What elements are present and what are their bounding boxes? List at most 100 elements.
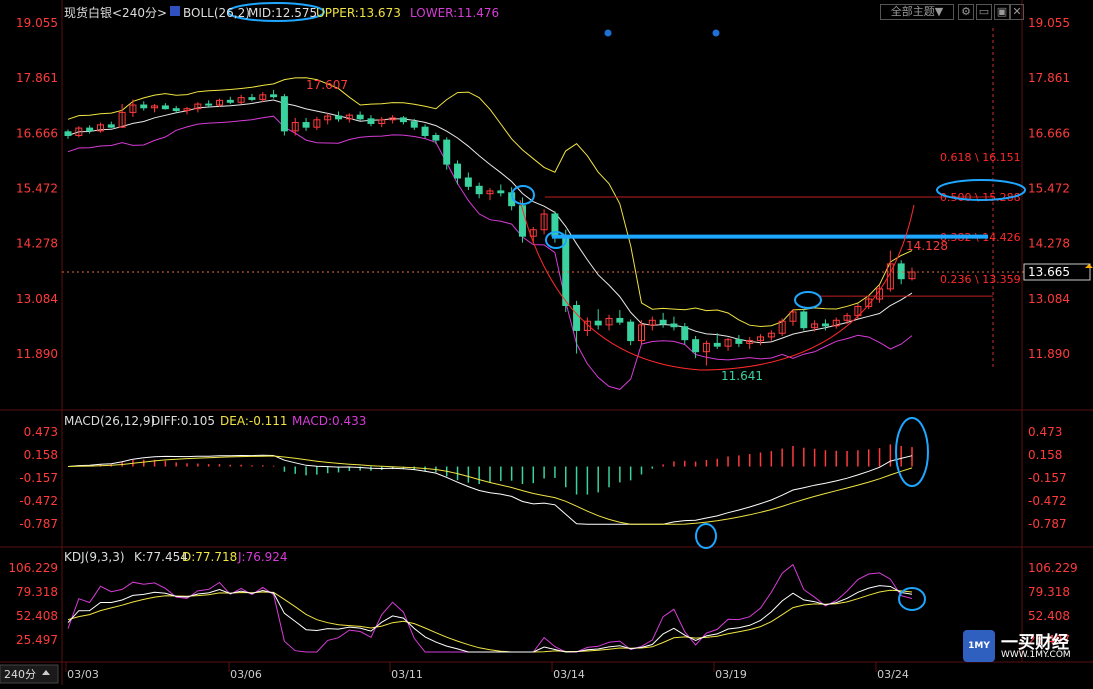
trading-chart-screen: 0.618 \ 16.1510.500 \ 15.2880.382 \ 14.4… bbox=[0, 0, 1093, 685]
price-axis-label-right: 16.666 bbox=[1028, 126, 1070, 140]
kdj-axis-label-left: 52.408 bbox=[16, 609, 58, 623]
kdj-title: KDJ(9,3,3) bbox=[64, 550, 125, 564]
price-axis-label-right: 15.472 bbox=[1028, 182, 1070, 196]
header-lower: LOWER:11.476 bbox=[410, 6, 499, 20]
candle-body bbox=[573, 304, 581, 331]
macd-axis-label-left: -0.787 bbox=[19, 517, 58, 531]
candle-body bbox=[800, 311, 808, 329]
candle-body bbox=[172, 108, 180, 112]
candle-body bbox=[107, 124, 115, 128]
price-axis-label-right: 17.861 bbox=[1028, 71, 1070, 85]
candle-body bbox=[421, 126, 429, 136]
kdj-j: J:76.924 bbox=[237, 550, 288, 564]
signal-dot bbox=[604, 29, 612, 37]
candle-body bbox=[497, 190, 505, 194]
candle-body bbox=[399, 117, 407, 123]
macd-diff: DIFF:0.105 bbox=[151, 414, 215, 428]
candle-body bbox=[713, 342, 721, 347]
time-axis-label: 03/24 bbox=[877, 668, 909, 681]
macd-axis-label-right: -0.157 bbox=[1028, 471, 1067, 485]
price-axis-label-left: 15.472 bbox=[16, 182, 58, 196]
theme-label: 全部主题 bbox=[890, 5, 935, 18]
price-axis-label-left: 11.890 bbox=[16, 347, 58, 361]
macd-axis-label-right: -0.787 bbox=[1028, 517, 1067, 531]
macd-axis-label-right: 0.158 bbox=[1028, 448, 1062, 462]
time-axis-label: 03/06 bbox=[230, 668, 262, 681]
time-axis-label: 03/03 bbox=[67, 668, 99, 681]
logo-badge: 1MY bbox=[963, 630, 995, 662]
boll-upper-line bbox=[67, 77, 913, 328]
macd-axis-label-left: 0.158 bbox=[24, 448, 58, 462]
candle-body bbox=[248, 97, 256, 100]
candle-body bbox=[670, 323, 678, 328]
header-symbol: 现货白银 bbox=[64, 5, 112, 20]
boll-lower-line bbox=[67, 115, 913, 390]
candle-body bbox=[475, 185, 483, 195]
candle-body bbox=[681, 326, 689, 341]
macd-dea: DEA:-0.111 bbox=[220, 414, 288, 428]
fibo-label: 0.618 \ 16.151 bbox=[940, 151, 1021, 164]
candle-body bbox=[410, 121, 418, 128]
candle-body bbox=[432, 134, 440, 141]
header-mid: MID:12.575 bbox=[248, 6, 317, 20]
kdj-k: K:77.454 bbox=[134, 550, 188, 564]
brand-logo: 1MY 一买财经 WWW.1MY.COM bbox=[963, 628, 1085, 664]
macd-axis-label-left: 0.473 bbox=[24, 425, 58, 439]
price-axis-label-right: 13.084 bbox=[1028, 292, 1070, 306]
macd-title: MACD(26,12,9) bbox=[64, 414, 155, 428]
kdj-axis-label-right: 106.229 bbox=[1028, 561, 1078, 575]
highlight-ellipse bbox=[898, 587, 926, 611]
macd-axis-label-left: -0.472 bbox=[19, 494, 58, 508]
candle-body bbox=[64, 131, 72, 136]
logo-url: WWW.1MY.COM bbox=[1001, 650, 1071, 660]
current-price-value: 13.665 bbox=[1028, 265, 1070, 279]
kdj-d-line bbox=[67, 589, 913, 653]
candle-body bbox=[454, 163, 462, 179]
candlestick-chart: 0.618 \ 16.1510.500 \ 15.2880.382 \ 14.4… bbox=[0, 0, 1093, 685]
candle-body bbox=[367, 118, 375, 124]
minimize-icon[interactable]: ▭ bbox=[976, 4, 992, 20]
macd-dea-line bbox=[67, 455, 913, 525]
candle-body bbox=[270, 94, 278, 98]
candle-body bbox=[302, 122, 310, 128]
candle-body bbox=[659, 319, 667, 325]
low-annotation: 11.641 bbox=[721, 369, 763, 383]
price-axis-label-right: 19.055 bbox=[1028, 16, 1070, 30]
theme-dropdown[interactable]: 全部主题▼ bbox=[880, 4, 954, 20]
candle-body bbox=[161, 105, 169, 110]
chevron-down-icon: ▼ bbox=[934, 5, 944, 18]
price-axis-label-left: 16.666 bbox=[16, 126, 58, 140]
highlight-ellipse bbox=[794, 291, 822, 309]
candle-body bbox=[140, 104, 148, 109]
fibo-label: 0.236 \ 13.359 bbox=[940, 273, 1021, 286]
high-annotation: 17.607 bbox=[306, 78, 348, 92]
time-axis-label: 03/14 bbox=[553, 668, 585, 681]
candle-body bbox=[821, 323, 829, 327]
close-icon[interactable]: ✕ bbox=[1010, 4, 1024, 20]
candle-body bbox=[335, 115, 343, 120]
price-axis-label-right: 11.890 bbox=[1028, 347, 1070, 361]
time-axis-label: 03/11 bbox=[391, 668, 423, 681]
indicator-icon bbox=[170, 6, 180, 16]
candle-body bbox=[562, 235, 570, 306]
price-axis-label-right: 14.278 bbox=[1028, 237, 1070, 251]
kdj-axis-label-left: 106.229 bbox=[8, 561, 58, 575]
kdj-j-line bbox=[67, 563, 913, 653]
candle-body bbox=[86, 127, 94, 132]
restore-icon[interactable]: ▣ bbox=[994, 4, 1010, 20]
settings-icon[interactable]: ⚙ bbox=[958, 4, 974, 20]
kdj-axis-label-right: 52.408 bbox=[1028, 609, 1070, 623]
candle-body bbox=[205, 103, 213, 106]
candle-body bbox=[735, 339, 743, 344]
candle-body bbox=[627, 321, 635, 342]
candle-body bbox=[692, 339, 700, 353]
kdj-axis-label-left: 79.318 bbox=[16, 585, 58, 599]
header-indicator: BOLL(26,2) bbox=[183, 6, 250, 20]
kdj-axis-label-right: 79.318 bbox=[1028, 585, 1070, 599]
kdj-axis-label-left: 25.497 bbox=[16, 633, 58, 647]
time-axis-label: 03/19 bbox=[715, 668, 747, 681]
candle-body bbox=[226, 99, 234, 103]
candle-body bbox=[616, 317, 624, 323]
macd-axis-label-right: 0.473 bbox=[1028, 425, 1062, 439]
candle-body bbox=[280, 96, 288, 132]
